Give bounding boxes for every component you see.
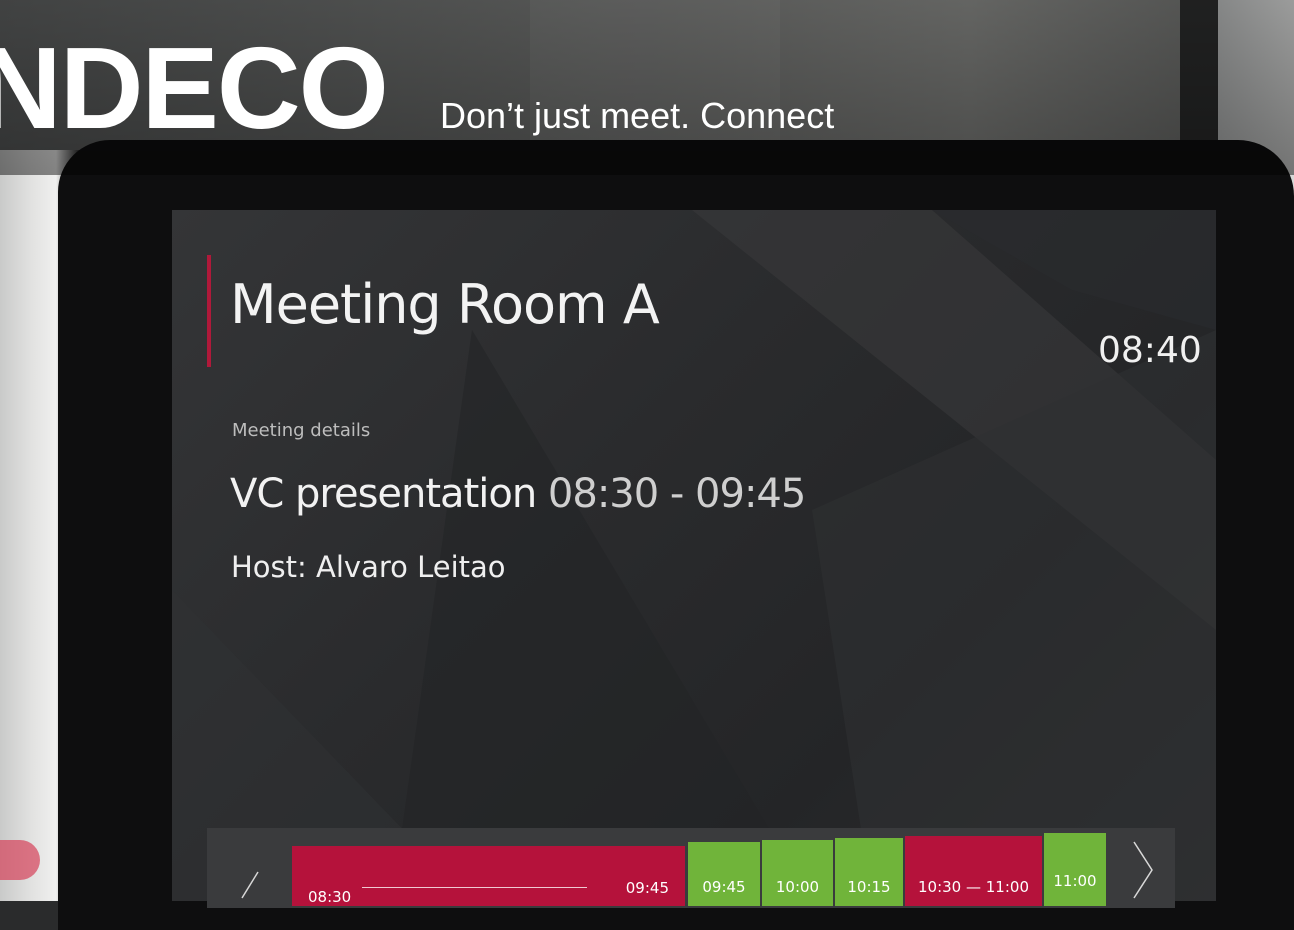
chevron-left-icon <box>241 871 259 899</box>
timeline-slot[interactable]: 10:15 <box>835 838 903 906</box>
timeline-slot[interactable]: 10:00 <box>762 840 833 906</box>
timeline-slot-label: 11:00 <box>1053 872 1097 890</box>
booking-start-time: 08:30 <box>308 888 352 906</box>
timeline-slot-label: 10:30 — 11:00 <box>918 878 1029 896</box>
timeline-slot-label: 10:00 <box>775 878 820 896</box>
room-name: Meeting Room A <box>230 273 660 336</box>
current-time: 08:40 <box>1098 330 1202 371</box>
room-title-accent-bar <box>207 255 211 367</box>
meeting-details-label: Meeting details <box>232 420 371 441</box>
meeting-host: Host: Alvaro Leitao <box>231 550 506 584</box>
booking-end-time: 09:45 <box>625 879 669 897</box>
brand-logo-text: NDECO <box>0 23 389 153</box>
timeline-slot[interactable]: 09:45 <box>688 842 760 906</box>
timeline-slot[interactable]: 10:30 — 11:00 <box>905 836 1042 906</box>
timeline-slot-label: 09:45 <box>702 878 746 896</box>
timeline-slot[interactable]: 11:00 <box>1044 833 1106 906</box>
meeting-title: VC presentation <box>230 471 537 517</box>
meeting-title-line: VC presentation 08:30 - 09:45 <box>230 471 806 517</box>
timeline-next-button[interactable] <box>1128 840 1168 900</box>
chevron-right-icon <box>1133 841 1153 899</box>
background-red-object <box>0 840 40 880</box>
brand-tagline: Don’t just meet. Connect <box>440 95 835 136</box>
timeline-current-booking[interactable]: 08:30 09:45 <box>292 846 685 906</box>
timeline-prev-button[interactable] <box>230 868 270 908</box>
meeting-time-range: 08:30 - 09:45 <box>547 471 806 517</box>
booking-duration-line <box>362 887 587 888</box>
timeline-slot-label: 10:15 <box>847 878 891 896</box>
